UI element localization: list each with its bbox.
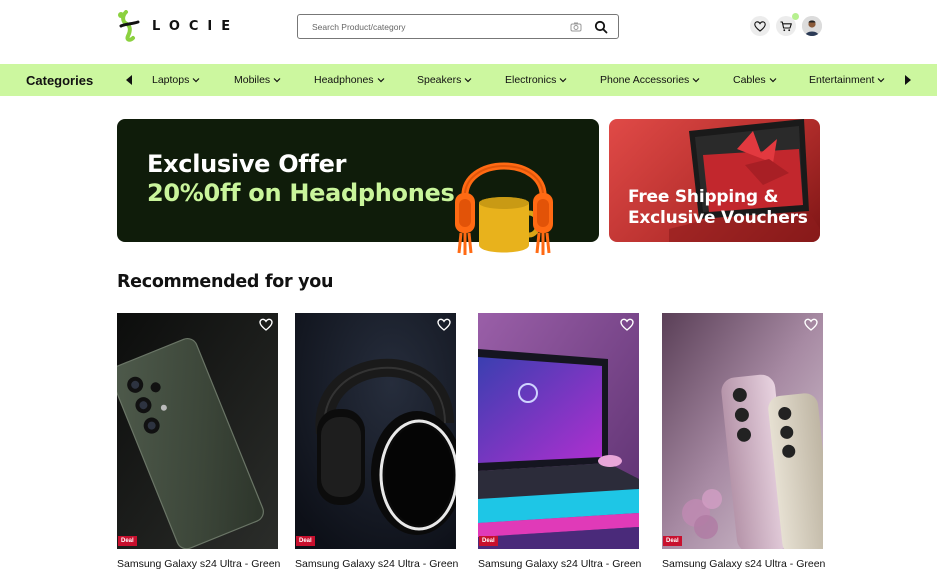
heart-icon[interactable] <box>437 318 451 332</box>
chevron-down-icon <box>877 78 885 83</box>
deal-badge: Deal <box>663 536 682 546</box>
product-name[interactable]: Samsung Galaxy s24 Ultra - Green <box>295 558 465 571</box>
header: LOCIE <box>0 0 937 64</box>
category-headphones[interactable]: Headphones <box>314 74 385 86</box>
product-card[interactable]: Deal Samsung Galaxy s24 Ultra - Green <box>478 313 641 575</box>
headphones-offer-banner[interactable]: Exclusive Offer 20%0ff on Headphones <box>117 119 599 255</box>
category-label: Laptops <box>152 74 190 86</box>
category-phone-accessories[interactable]: Phone Accessories <box>600 74 700 86</box>
chevron-down-icon <box>377 78 384 83</box>
category-speakers[interactable]: Speakers <box>417 74 472 86</box>
product-image[interactable]: Deal <box>478 313 639 549</box>
phone-green-image <box>117 313 278 549</box>
banner-headline: Exclusive Offer <box>147 150 347 178</box>
chevron-down-icon <box>692 78 700 83</box>
avatar-image <box>802 16 822 36</box>
product-image[interactable]: Deal <box>295 313 456 549</box>
category-label: Electronics <box>505 74 557 86</box>
wishlist-button[interactable] <box>750 16 770 36</box>
chevron-down-icon <box>273 78 281 83</box>
heart-icon[interactable] <box>620 318 634 332</box>
header-actions <box>750 13 822 36</box>
cart-notification-dot <box>792 13 799 20</box>
scroll-right-arrow-icon[interactable] <box>903 74 913 86</box>
brand-logo[interactable]: LOCIE <box>116 10 239 42</box>
product-name[interactable]: Samsung Galaxy s24 Ultra - Green <box>117 558 287 571</box>
free-shipping-banner[interactable]: Free Shipping & Exclusive Vouchers <box>609 119 820 242</box>
category-label: Phone Accessories <box>600 74 690 86</box>
camera-icon[interactable] <box>570 21 582 33</box>
category-entertainment[interactable]: Entertainment <box>809 74 885 86</box>
deal-badge: Deal <box>479 536 498 546</box>
search-icon[interactable] <box>594 20 608 34</box>
product-image[interactable]: Deal <box>117 313 278 549</box>
cart-button[interactable] <box>776 13 799 36</box>
deal-badge: Deal <box>296 536 315 546</box>
product-card[interactable]: Deal Samsung Galaxy s24 Ultra - Green <box>295 313 458 575</box>
shipping-line-2: Exclusive Vouchers <box>628 208 808 228</box>
category-cables[interactable]: Cables <box>733 74 777 86</box>
logo-mark-icon <box>118 10 140 42</box>
chevron-down-icon <box>464 78 472 83</box>
product-name[interactable]: Samsung Galaxy s24 Ultra - Green <box>662 558 832 571</box>
headphones-black-image <box>295 313 456 549</box>
user-avatar[interactable] <box>802 16 822 36</box>
scroll-left-arrow-icon[interactable] <box>124 74 134 86</box>
category-electronics[interactable]: Electronics <box>505 74 567 86</box>
heart-icon <box>754 20 766 32</box>
cart-icon <box>780 20 792 31</box>
category-label: Mobiles <box>234 74 271 86</box>
heart-icon[interactable] <box>259 318 273 332</box>
laptop-purple-image <box>478 313 639 549</box>
category-label: Entertainment <box>809 74 875 86</box>
category-label: Speakers <box>417 74 462 86</box>
shipping-line-1: Free Shipping & <box>628 187 779 207</box>
phones-lavender-image <box>662 313 823 549</box>
product-card[interactable]: Deal Samsung Galaxy s24 Ultra - Green <box>662 313 825 575</box>
category-label: Headphones <box>314 74 374 86</box>
recommended-title: Recommended for you <box>117 272 334 292</box>
deal-badge: Deal <box>118 536 137 546</box>
product-card[interactable]: Deal Samsung Galaxy s24 Ultra - Green <box>117 313 280 575</box>
chevron-down-icon <box>192 78 200 83</box>
search-bar <box>297 14 619 39</box>
category-label: Cables <box>733 74 766 86</box>
shipping-offer-text: Free Shipping & Exclusive Vouchers <box>628 187 808 229</box>
chevron-down-icon <box>769 78 777 83</box>
headphones-image <box>455 162 553 255</box>
banner-subheadline: 20%0ff on Headphones <box>147 179 455 207</box>
chevron-down-icon <box>559 78 567 83</box>
product-image[interactable]: Deal <box>662 313 823 549</box>
category-bar: Categories Laptops Mobiles Headphones Sp… <box>0 64 937 96</box>
product-name[interactable]: Samsung Galaxy s24 Ultra - Green <box>478 558 648 571</box>
categories-title: Categories <box>26 73 94 88</box>
category-laptops[interactable]: Laptops <box>152 74 200 86</box>
category-mobiles[interactable]: Mobiles <box>234 74 281 86</box>
heart-icon[interactable] <box>804 318 818 332</box>
brand-name: LOCIE <box>152 18 240 34</box>
search-input[interactable] <box>298 15 553 38</box>
